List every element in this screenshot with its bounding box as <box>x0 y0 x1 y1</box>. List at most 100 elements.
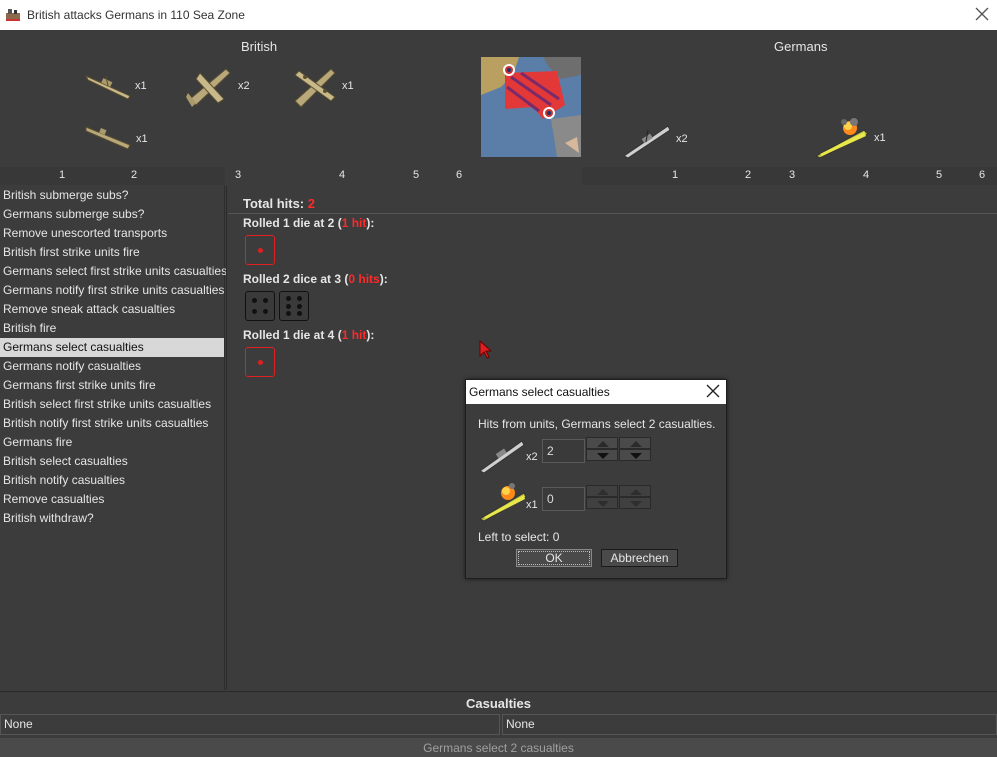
scale-tick: 2 <box>131 169 138 181</box>
casualty-count-input[interactable] <box>542 439 585 463</box>
min-button[interactable] <box>619 449 651 461</box>
scale-tick: 6 <box>456 169 463 181</box>
scale-tick: 3 <box>235 169 242 181</box>
min-button[interactable] <box>619 497 651 509</box>
dialog-titlebar: Germans select casualties <box>466 380 726 404</box>
increment-button[interactable] <box>586 485 618 497</box>
unit-count: x1 <box>135 80 147 92</box>
scale-tick: 3 <box>789 169 796 181</box>
step-item[interactable]: British notify first strike units casual… <box>0 414 224 433</box>
select-casualties-dialog: Germans select casualties Hits from unit… <box>465 379 727 579</box>
double-arrow-down-icon <box>630 501 642 507</box>
step-item[interactable]: Germans fire <box>0 433 224 452</box>
casualty-row-cruiser: x2 <box>476 437 716 477</box>
increment-button[interactable] <box>586 437 618 449</box>
step-item[interactable]: Germans submerge subs? <box>0 205 224 224</box>
die-pip <box>285 310 291 316</box>
step-item[interactable]: British select casualties <box>0 452 224 471</box>
unit-count: x1 <box>136 133 148 145</box>
defender-die-scale: 1 2 3 4 5 6 <box>582 167 997 185</box>
unit-count: x2 <box>676 133 688 145</box>
scale-tick: 2 <box>745 169 752 181</box>
ok-button[interactable]: OK <box>516 549 592 567</box>
decrement-button[interactable] <box>586 449 618 461</box>
decrement-button[interactable] <box>586 497 618 509</box>
die-face <box>245 291 275 321</box>
max-button[interactable] <box>619 485 651 497</box>
attacker-unit-fighter: x2 <box>186 63 256 109</box>
dialog-title: Germans select casualties <box>469 385 610 399</box>
die-pip <box>251 309 257 315</box>
attacker-casualties: None <box>0 714 500 735</box>
die-pip <box>257 247 263 253</box>
die-pip <box>257 359 263 365</box>
scale-tick: 1 <box>59 169 66 181</box>
casualties-title: Casualties <box>465 696 532 711</box>
unit-count: x1 <box>874 132 886 144</box>
step-item[interactable]: British withdraw? <box>0 509 224 528</box>
step-item[interactable]: Germans select first strike units casual… <box>0 262 227 281</box>
step-item[interactable]: Remove casualties <box>0 490 224 509</box>
step-item[interactable]: Remove sneak attack casualties <box>0 300 224 319</box>
double-arrow-down-icon <box>630 453 642 459</box>
die-pip <box>297 296 303 302</box>
defender-name: Germans <box>774 39 828 54</box>
splitter[interactable] <box>226 186 227 690</box>
scale-tick: 5 <box>413 169 420 181</box>
step-item-selected[interactable]: Germans select casualties <box>0 338 224 357</box>
attacker-die-scale: 1 2 3 4 5 6 <box>0 167 480 185</box>
status-bar: Germans select 2 casualties <box>0 738 997 757</box>
close-icon[interactable] <box>973 5 991 23</box>
step-item[interactable]: Germans notify first strike units casual… <box>0 281 224 300</box>
battle-steps-list[interactable]: British submerge subs? Germans submerge … <box>0 186 227 690</box>
mouse-cursor-icon <box>479 340 493 359</box>
double-arrow-up-icon <box>630 441 642 447</box>
die-face <box>245 347 275 377</box>
step-item[interactable]: British fire <box>0 319 224 338</box>
defender-casualties: None <box>502 714 997 735</box>
close-icon[interactable] <box>706 384 720 398</box>
casualty-count-input[interactable] <box>542 487 585 511</box>
attacker-unit-submarine: x1 <box>84 121 154 151</box>
unit-count: x2 <box>238 80 250 92</box>
dialog-message: Hits from units, Germans select 2 casual… <box>478 417 716 431</box>
bomber-plane-icon <box>294 68 336 108</box>
die-face <box>279 291 309 321</box>
step-item[interactable]: British select first strike units casual… <box>0 395 224 414</box>
total-hits-value: 2 <box>307 196 315 211</box>
die-face <box>245 235 275 265</box>
divider <box>228 213 997 214</box>
step-item[interactable]: British notify casualties <box>0 471 224 490</box>
attacker-unit-bomber: x1 <box>291 63 361 109</box>
unit-count: x1 <box>526 499 538 511</box>
step-item[interactable]: British first strike units fire <box>0 243 224 262</box>
status-text: Germans select 2 casualties <box>423 741 574 755</box>
unit-count: x2 <box>526 451 538 463</box>
arrow-down-icon <box>597 501 609 507</box>
max-button[interactable] <box>619 437 651 449</box>
defender-unit-cruiser: x2 <box>622 120 702 160</box>
attacker-name: British <box>241 39 278 54</box>
step-item[interactable]: Germans first strike units fire <box>0 376 224 395</box>
scale-tick: 5 <box>936 169 943 181</box>
die-pip <box>285 296 291 302</box>
step-item[interactable]: Germans notify casualties <box>0 357 224 376</box>
battleship-icon <box>84 74 131 100</box>
die-pip <box>263 309 269 315</box>
window-title: British attacks Germans in 110 Sea Zone <box>27 8 245 22</box>
cancel-button[interactable]: Abbrechen <box>601 549 678 567</box>
defender-unit-damaged-carrier: x1 <box>814 118 894 160</box>
step-item[interactable]: British submerge subs? <box>0 186 224 205</box>
double-arrow-up-icon <box>630 489 642 495</box>
die-pip <box>297 310 303 316</box>
submarine-icon <box>85 126 131 150</box>
step-item[interactable]: Remove unescorted transports <box>0 224 224 243</box>
casualty-row-carrier: x1 <box>476 483 716 525</box>
die-pip <box>297 303 303 309</box>
scale-tick: 4 <box>863 169 870 181</box>
total-hits: Total hits: 2 <box>243 196 315 211</box>
scale-tick: 6 <box>979 169 986 181</box>
roll-label-2: Rolled 2 dice at 3 (0 hits): <box>243 272 388 286</box>
attacker-unit-battleship: x1 <box>84 66 154 102</box>
die-pip <box>263 297 269 303</box>
